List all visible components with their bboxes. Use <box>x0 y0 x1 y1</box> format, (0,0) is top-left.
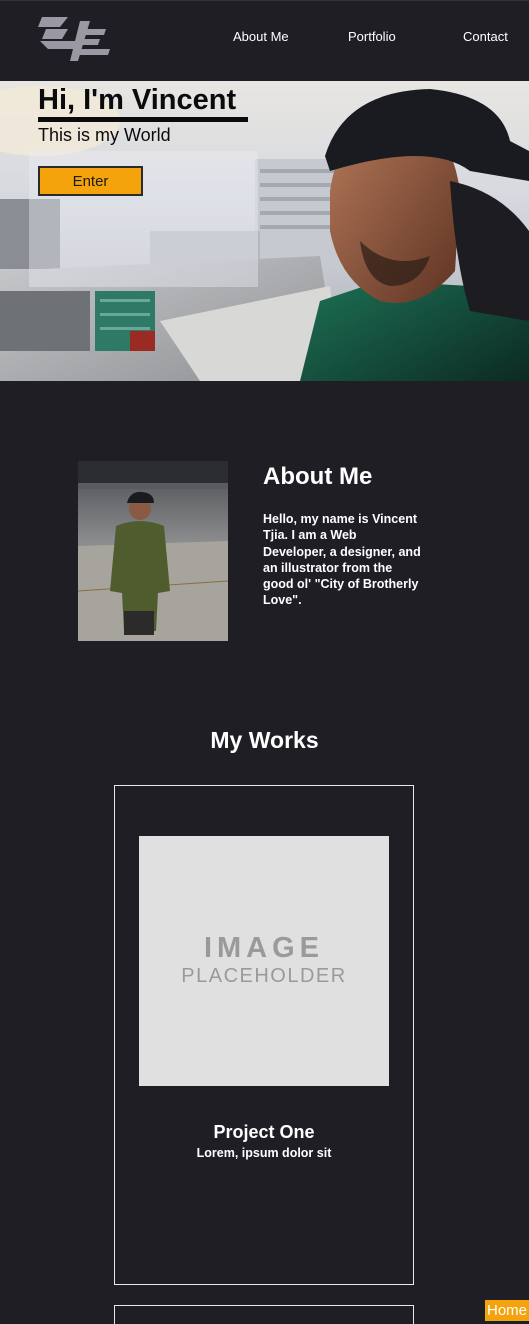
about-heading: About Me <box>263 463 373 490</box>
enter-button[interactable]: Enter <box>38 166 143 196</box>
project-title: Project One <box>213 1122 315 1142</box>
about-text: Hello, my name is Vincent Tjia. I am a W… <box>263 512 421 608</box>
vt-monogram-logo-icon[interactable] <box>38 15 114 65</box>
placeholder-line-2: PLACEHOLDER <box>181 965 347 987</box>
home-button[interactable]: Home <box>485 1300 529 1321</box>
nav-link-contact[interactable]: Contact <box>463 29 508 45</box>
project-card[interactable] <box>114 1305 414 1324</box>
nav-link-portfolio[interactable]: Portfolio <box>348 29 396 45</box>
works-heading: My Works <box>210 727 319 753</box>
page: About Me Portfolio Contact Hi, I'm Vince… <box>0 0 529 1324</box>
image-placeholder: IMAGE PLACEHOLDER <box>139 836 389 1086</box>
about-portrait-photo-icon <box>78 461 228 641</box>
placeholder-line-1: IMAGE <box>203 932 325 964</box>
top-nav: About Me Portfolio Contact <box>0 0 529 81</box>
nav-link-about-me[interactable]: About Me <box>233 29 289 45</box>
hero-subtitle: This is my World <box>38 125 171 145</box>
project-card[interactable]: IMAGE PLACEHOLDER Project One Lorem, ips… <box>114 785 414 1285</box>
project-description: Lorem, ipsum dolor sit <box>196 1146 332 1160</box>
hero-title: Hi, I'm Vincent <box>38 84 248 122</box>
